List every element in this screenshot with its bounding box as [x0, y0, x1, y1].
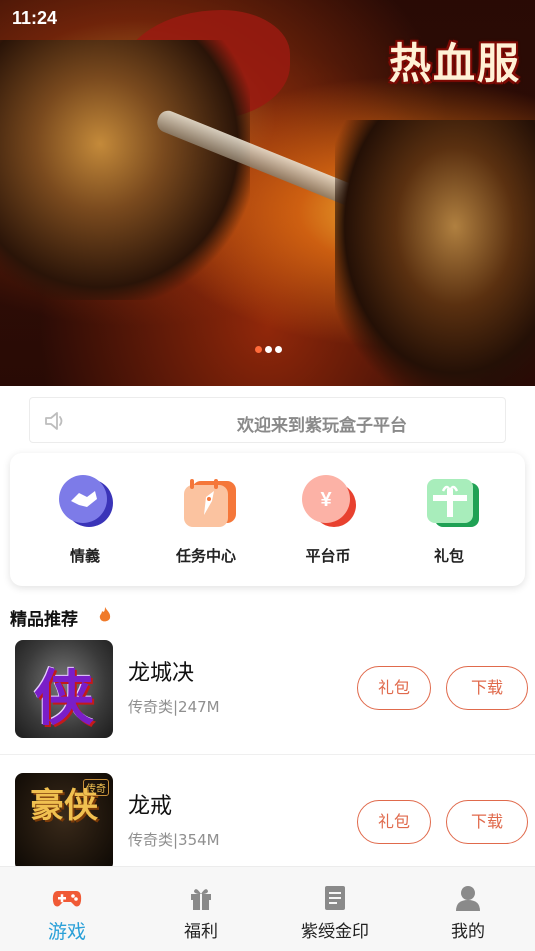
gift-icon — [417, 469, 481, 533]
bottom-tab-bar: 游戏 福利 紫绶金印 我的 — [0, 866, 535, 951]
game-name[interactable]: 龙城决 — [128, 655, 194, 687]
status-time: 11:24 — [12, 8, 58, 28]
tab-label: 我的 — [451, 922, 485, 942]
yen-coin-icon: ¥ — [296, 469, 360, 533]
game-name[interactable]: 龙戒 — [128, 788, 172, 820]
banner-art-warrior-right — [335, 120, 535, 386]
tab-games[interactable]: 游戏 — [7, 885, 127, 944]
carousel-dot[interactable] — [265, 346, 272, 353]
carousel-indicator — [255, 346, 282, 353]
tab-welfare[interactable]: 福利 — [141, 885, 261, 942]
game-meta: 传奇类|354M — [128, 831, 220, 849]
game-thumbnail-text: 侠 — [34, 664, 94, 734]
download-button[interactable]: 下载 — [446, 666, 528, 710]
download-button[interactable]: 下载 — [446, 800, 528, 844]
app-screen: 热血服 11:24 欢迎来到紫玩盒子平台 情義 任务中心 ¥ 平台币 礼包 精品… — [0, 0, 535, 951]
tab-label: 紫绶金印 — [301, 922, 369, 942]
flame-icon — [99, 607, 111, 622]
banner-art-warrior-left — [0, 40, 250, 300]
game-thumbnail[interactable]: 豪侠 传奇 — [15, 773, 113, 871]
rocket-calendar-icon — [174, 469, 238, 533]
svg-text:¥: ¥ — [320, 489, 332, 511]
quick-item-label: 任务中心 — [175, 547, 236, 565]
gift-icon — [186, 885, 216, 911]
game-thumbnail-badge: 传奇 — [83, 779, 109, 796]
banner-logo-text: 热血服 — [388, 39, 521, 88]
banner-carousel[interactable]: 热血服 11:24 — [0, 0, 535, 386]
handshake-icon — [53, 469, 117, 533]
document-icon — [320, 885, 350, 911]
game-thumbnail[interactable]: 侠 — [15, 640, 113, 738]
quick-item-task-center[interactable]: 任务中心 — [156, 469, 256, 566]
game-meta: 传奇类|247M — [128, 698, 220, 716]
quick-item-gift[interactable]: 礼包 — [399, 469, 499, 566]
tab-label: 福利 — [184, 922, 218, 942]
section-title: 精品推荐 — [10, 610, 78, 630]
carousel-dot[interactable] — [255, 346, 262, 353]
carousel-dot[interactable] — [275, 346, 282, 353]
gift-button[interactable]: 礼包 — [357, 800, 431, 844]
gamepad-icon — [52, 885, 82, 911]
tab-label: 游戏 — [47, 921, 86, 943]
notice-bar[interactable]: 欢迎来到紫玩盒子平台 — [29, 397, 506, 443]
user-icon — [453, 885, 483, 911]
quick-item-label: 平台币 — [305, 547, 351, 565]
notice-text: 欢迎来到紫玩盒子平台 — [237, 416, 407, 436]
quick-item-label: 情義 — [69, 547, 100, 565]
tab-seal[interactable]: 紫绶金印 — [275, 885, 395, 942]
quick-menu: 情義 任务中心 ¥ 平台币 礼包 — [10, 453, 525, 586]
tab-mine[interactable]: 我的 — [408, 885, 528, 942]
quick-item-friendship[interactable]: 情義 — [35, 469, 135, 566]
row-divider — [0, 754, 535, 755]
gift-button[interactable]: 礼包 — [357, 666, 431, 710]
quick-item-platform-coin[interactable]: ¥ 平台币 — [278, 469, 378, 566]
quick-item-label: 礼包 — [433, 547, 464, 565]
game-row[interactable]: 侠 龙城决 传奇类|247M 礼包 下载 — [0, 631, 535, 751]
